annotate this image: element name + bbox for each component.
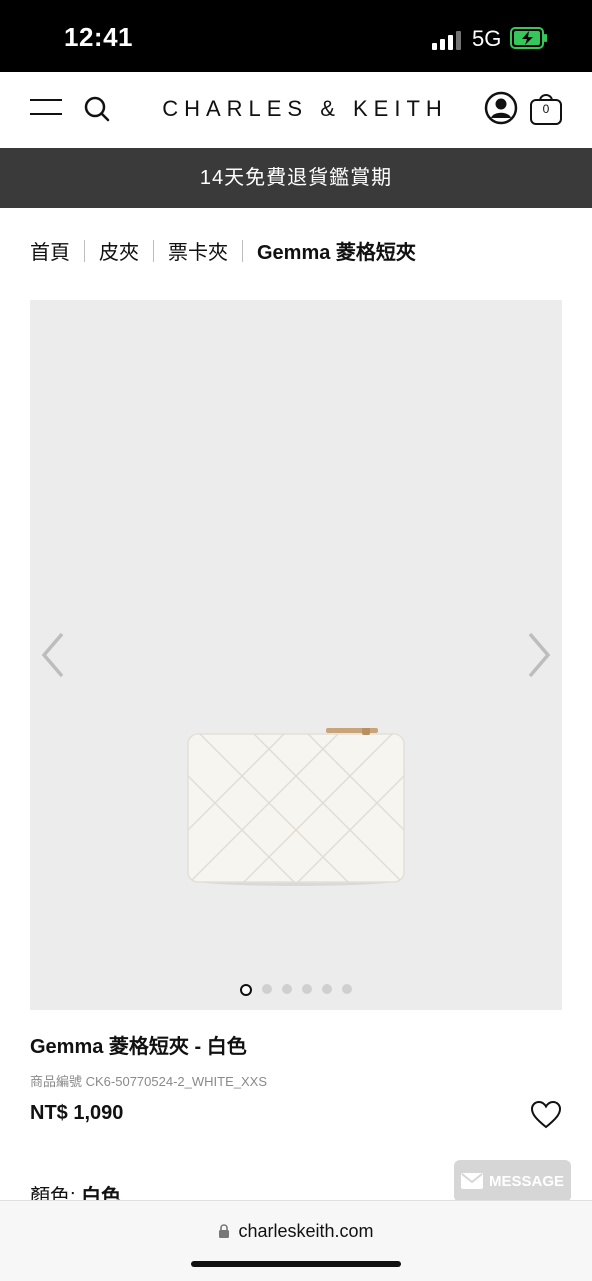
gallery-pagination (240, 984, 362, 996)
browser-url-bar[interactable]: charleskeith.com (0, 1200, 592, 1281)
breadcrumb-separator (153, 239, 154, 262)
gallery-dot[interactable] (322, 984, 332, 994)
breadcrumb: 首頁 皮夾 票卡夾 Gemma 菱格短夾 (30, 236, 416, 265)
gallery-dot[interactable] (240, 984, 252, 996)
promo-banner[interactable]: 14天免費退貨鑑賞期 (0, 148, 592, 208)
shopping-bag-icon[interactable]: 0 (528, 89, 564, 127)
lock-icon (219, 1224, 230, 1238)
home-indicator (191, 1261, 401, 1267)
breadcrumb-current: Gemma 菱格短夾 (257, 242, 416, 264)
gallery-dot[interactable] (302, 984, 312, 994)
brand-logo[interactable]: CHARLES & KEITH (150, 96, 460, 122)
product-sku: 商品編號 CK6-50770524-2_WHITE_XXS (30, 1074, 267, 1089)
product-image-gallery[interactable] (30, 300, 562, 1010)
url-display[interactable]: charleskeith.com (0, 1221, 592, 1242)
status-bar: 12:41 5G (0, 0, 592, 72)
signal-icon (432, 30, 462, 50)
breadcrumb-separator (242, 239, 243, 262)
chevron-left-icon[interactable] (40, 630, 66, 680)
breadcrumb-separator (84, 239, 85, 262)
envelope-icon (460, 1173, 483, 1189)
gallery-dot[interactable] (282, 984, 292, 994)
bag-count: 0 (542, 102, 550, 116)
breadcrumb-card-holders[interactable]: 票卡夾 (168, 236, 228, 265)
account-icon[interactable] (484, 91, 518, 125)
product-image (187, 728, 405, 886)
gallery-dot[interactable] (342, 984, 352, 994)
breadcrumb-home[interactable]: 首頁 (30, 236, 70, 265)
breadcrumb-wallets[interactable]: 皮夾 (99, 236, 139, 265)
battery-icon (510, 27, 547, 49)
heart-icon[interactable] (530, 1100, 562, 1130)
status-time: 12:41 (64, 22, 133, 52)
product-price: NT$ 1,090 (30, 1102, 124, 1124)
hamburger-menu-icon[interactable] (30, 96, 62, 120)
url-text: charleskeith.com (238, 1221, 374, 1241)
network-label: 5G (472, 26, 502, 51)
chevron-right-icon[interactable] (526, 630, 552, 680)
gallery-dot[interactable] (262, 984, 272, 994)
search-icon[interactable] (82, 94, 112, 124)
site-header: CHARLES & KEITH 0 (0, 72, 592, 149)
product-title: Gemma 菱格短夾 - 白色 (30, 1036, 247, 1058)
message-button-label: MESSAGE (488, 1172, 564, 1190)
message-button[interactable]: MESSAGE (454, 1160, 571, 1202)
